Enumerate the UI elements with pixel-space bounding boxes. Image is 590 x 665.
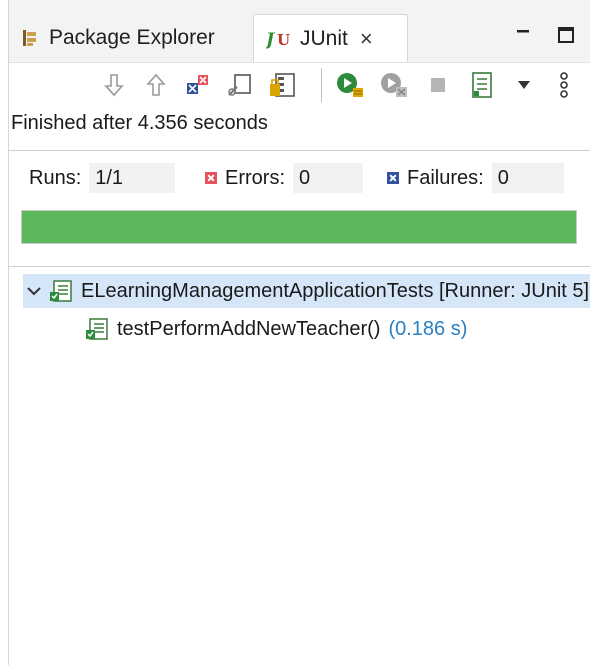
scroll-lock-icon[interactable]	[225, 68, 255, 102]
test-run-history-icon[interactable]	[467, 68, 497, 102]
failures-value: 0	[491, 163, 564, 193]
errors-label: Errors:	[225, 166, 285, 189]
close-icon[interactable]: ×	[360, 26, 373, 52]
failures-counter: Failures: 0	[387, 163, 564, 193]
chevron-down-icon[interactable]	[23, 286, 45, 296]
test-case-time: (0.186 s)	[388, 317, 468, 340]
junit-toolbar	[9, 64, 590, 110]
rerun-icon[interactable]	[335, 68, 365, 102]
toolbar-separator	[321, 68, 322, 102]
previous-failure-icon[interactable]	[141, 68, 171, 102]
progress-bar	[21, 210, 577, 244]
runs-label: Runs:	[29, 166, 82, 189]
test-case-icon	[85, 317, 109, 341]
divider	[9, 266, 590, 267]
show-failures-only-icon[interactable]	[183, 68, 213, 102]
test-case-row[interactable]: testPerformAddNewTeacher() (0.186 s)	[85, 312, 467, 346]
show-skipped-icon[interactable]	[267, 68, 297, 102]
test-tree-root[interactable]: ELearningManagementApplicationTests [Run…	[23, 274, 590, 308]
error-icon	[205, 172, 217, 184]
minimize-icon[interactable]	[515, 26, 531, 47]
tab-label: JUnit	[300, 26, 348, 50]
maximize-icon[interactable]	[557, 26, 575, 49]
tab-label: Package Explorer	[49, 26, 215, 49]
package-explorer-icon	[21, 28, 41, 48]
progress-fill	[22, 211, 576, 243]
runs-counter: Runs: 1/1	[29, 163, 176, 193]
svg-text:J: J	[266, 30, 275, 49]
failure-icon	[387, 172, 399, 184]
rerun-failed-first-icon[interactable]	[379, 68, 409, 102]
junit-icon: J U	[266, 29, 292, 49]
test-suite-icon	[49, 279, 73, 303]
view-menu-icon[interactable]	[509, 68, 539, 102]
runs-value: 1/1	[89, 163, 176, 193]
tab-package-explorer[interactable]: Package Explorer	[21, 14, 215, 62]
tab-junit[interactable]: J U JUnit ×	[253, 14, 408, 62]
more-options-icon[interactable]	[549, 68, 579, 102]
failures-label: Failures:	[407, 166, 484, 189]
svg-text:U: U	[277, 31, 290, 49]
view-tabstrip: Package Explorer J U JUnit ×	[9, 0, 590, 63]
junit-view: Package Explorer J U JUnit × Finished af…	[8, 0, 590, 665]
next-failure-icon[interactable]	[99, 68, 129, 102]
errors-value: 0	[293, 163, 363, 193]
run-status: Finished after 4.356 seconds	[11, 112, 268, 134]
test-case-label: testPerformAddNewTeacher()	[117, 317, 381, 340]
test-suite-label: ELearningManagementApplicationTests [Run…	[81, 279, 590, 302]
errors-counter: Errors: 0	[205, 163, 363, 193]
stop-icon[interactable]	[423, 68, 453, 102]
